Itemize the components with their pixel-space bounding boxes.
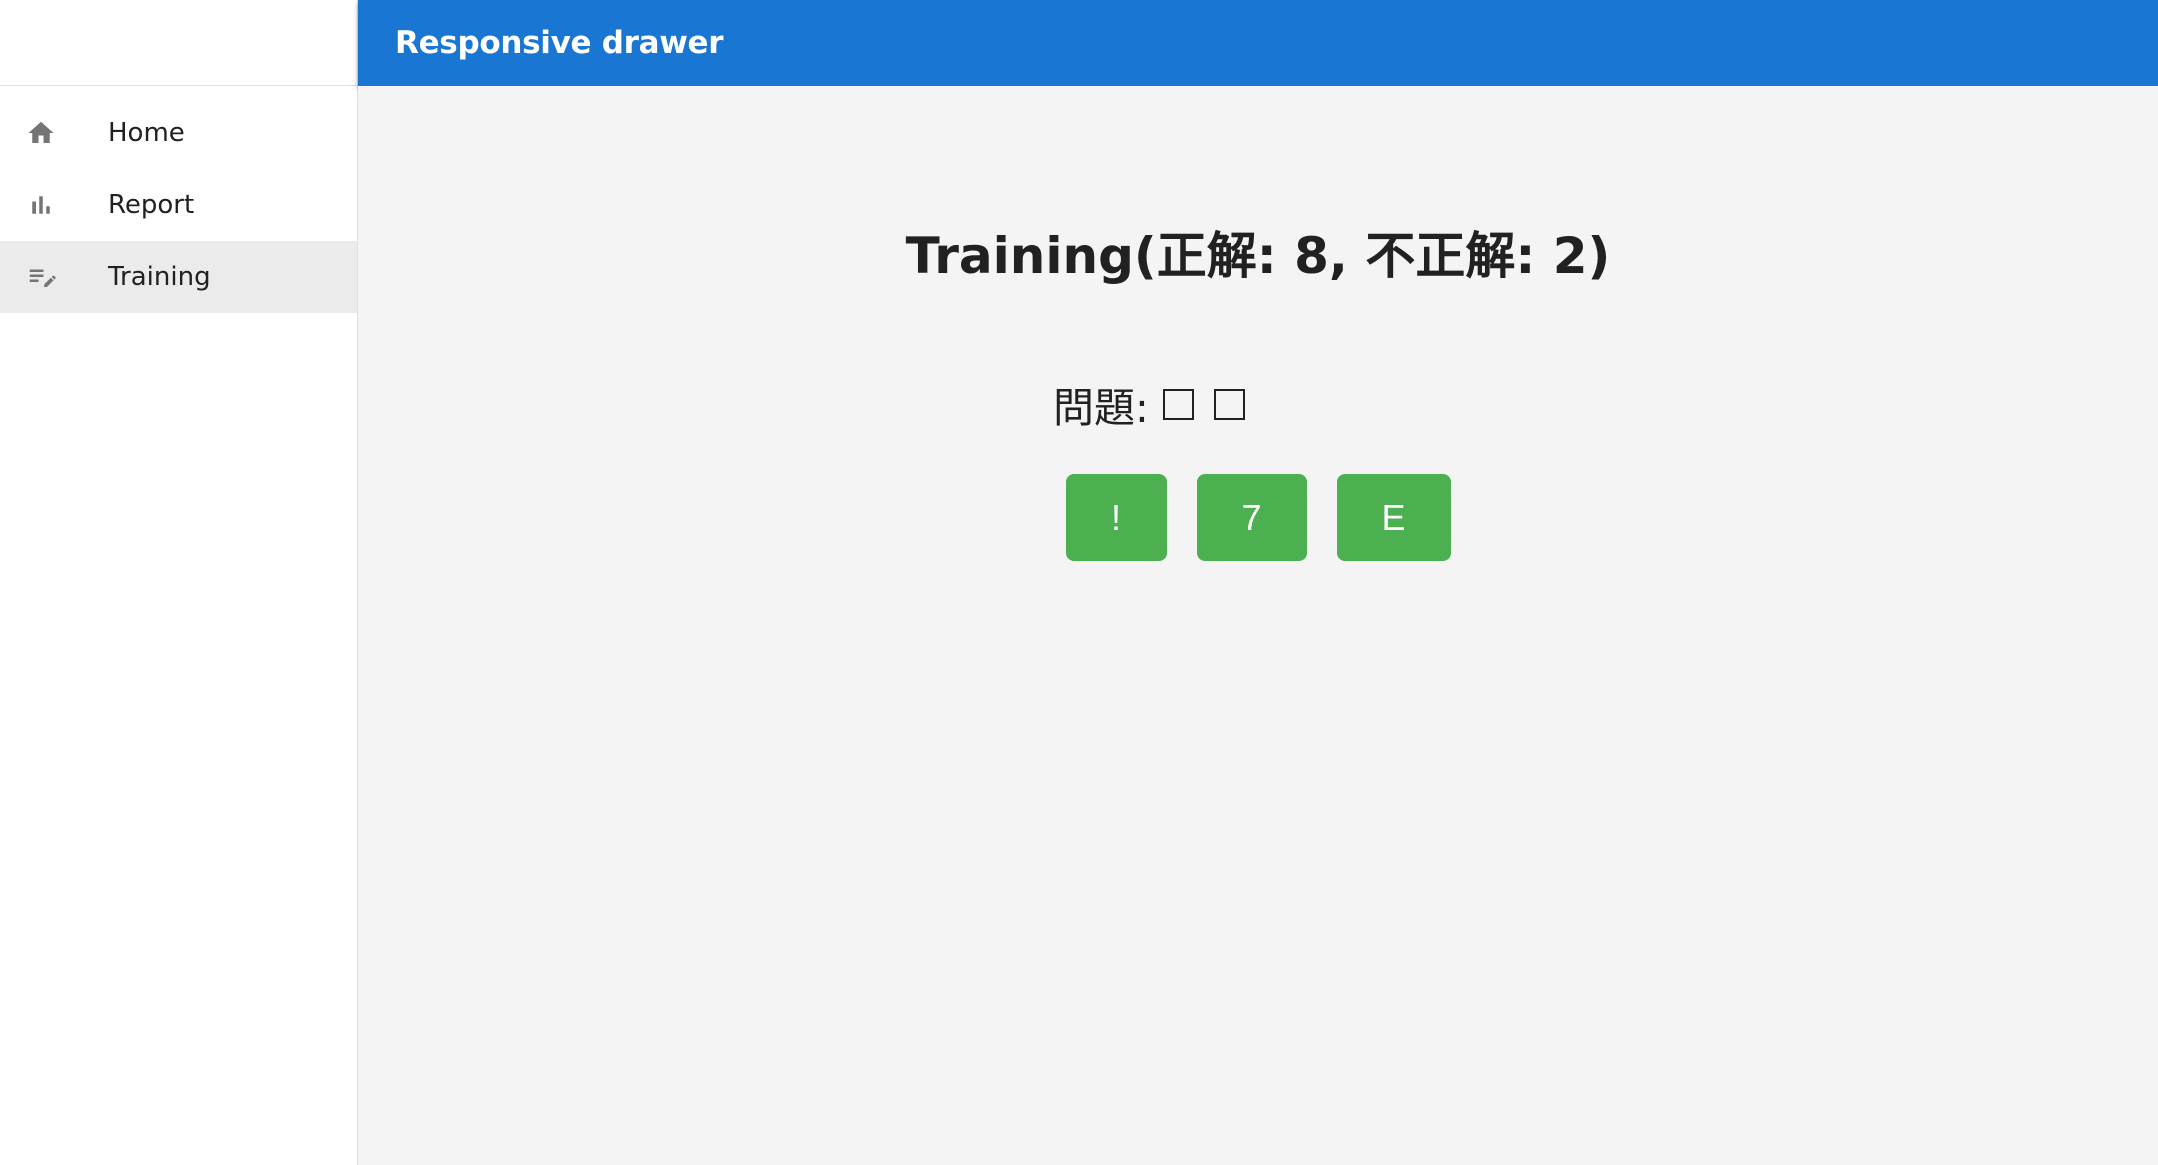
answer-buttons: ! 7 E [358,474,2158,561]
sidebar-item-home[interactable]: Home [0,97,357,169]
edit-note-icon [26,262,56,292]
sidebar-item-label: Training [108,262,211,292]
sidebar-item-training[interactable]: Training [0,241,357,313]
home-icon [26,118,56,148]
app-bar-title: Responsive drawer [395,25,724,61]
nav-list: Home Report Training [0,86,357,313]
missing-glyph-box [1213,388,1245,420]
app-root: Home Report Training Responsive drawer T… [0,0,2158,1165]
sidebar-item-label: Report [108,190,195,220]
answer-button[interactable]: ! [1065,474,1167,561]
sidebar-item-report[interactable]: Report [0,169,357,241]
sidebar-toolbar-spacer [0,0,357,86]
question-label: 問題: [1053,384,1149,432]
page-title: Training(正解: 8, 不正解: 2) [905,227,1611,285]
main-content: Training(正解: 8, 不正解: 2) 問題: ! 7 E [358,86,2158,1165]
sidebar-drawer: Home Report Training [0,0,358,1165]
answer-button[interactable]: 7 [1196,474,1307,561]
missing-glyph-box [1162,388,1194,420]
sidebar-item-label: Home [108,118,185,148]
question-row: 問題: [1053,374,1265,434]
app-bar: Responsive drawer [358,0,2158,86]
answer-button[interactable]: E [1336,474,1451,561]
bar-chart-icon [26,190,56,220]
